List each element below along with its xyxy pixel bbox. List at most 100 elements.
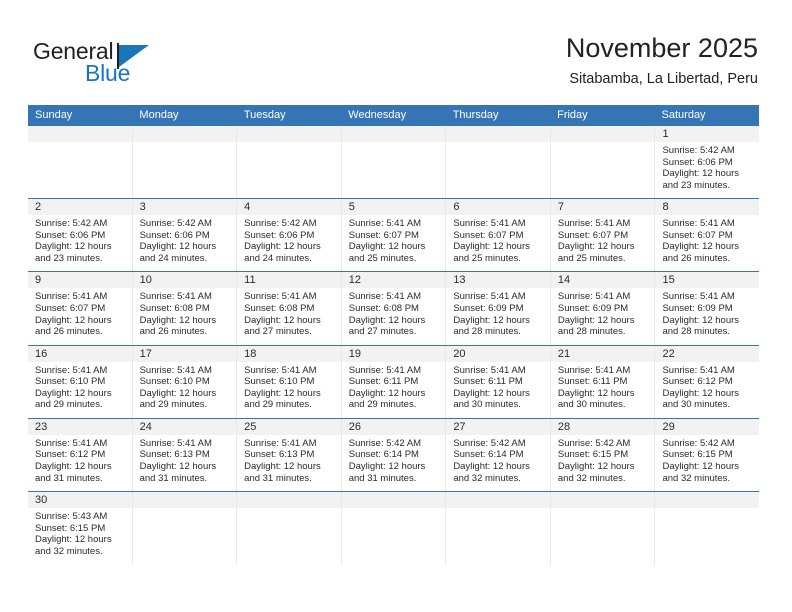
sunset-text: Sunset: 6:11 PM: [453, 376, 523, 388]
day-number: 6: [446, 199, 550, 216]
calendar-day-cell-empty: [237, 126, 342, 199]
day-sun-info: Sunrise: 5:41 AM Sunset: 6:13 PM Daylight:…: [237, 435, 341, 484]
calendar-week-row: 2 Sunrise: 5:42 AM Sunset: 6:06 PM Daylight…: [28, 199, 760, 273]
sunrise-text: Sunrise: 5:41 AM: [244, 437, 317, 449]
daylight-text-line1: Daylight: 12 hours: [244, 241, 321, 253]
day-number: [237, 491, 341, 508]
calendar-day-cell[interactable]: 21 Sunrise: 5:41 AM Sunset: 6:11 PM Dayligh…: [550, 345, 656, 418]
calendar-day-cell[interactable]: 20 Sunrise: 5:41 AM Sunset: 6:11 PM Dayligh…: [446, 345, 551, 418]
calendar-day-cell[interactable]: 24 Sunrise: 5:41 AM Sunset: 6:13 PM Dayligh…: [132, 418, 238, 491]
sunset-text: Sunset: 6:06 PM: [662, 156, 733, 168]
calendar-day-cell[interactable]: 6 Sunrise: 5:41 AM Sunset: 6:07 PM Daylight…: [446, 199, 551, 272]
calendar-day-cell[interactable]: 14 Sunrise: 5:41 AM Sunset: 6:09 PM Dayligh…: [550, 272, 656, 345]
daylight-text-line1: Daylight: 12 hours: [348, 460, 426, 472]
daylight-text-line1: Daylight: 12 hours: [557, 314, 635, 326]
calendar-day-cell-empty: [446, 126, 551, 199]
sunset-text: Sunset: 6:07 PM: [348, 229, 419, 241]
daylight-text-line1: Daylight: 12 hours: [557, 387, 635, 399]
sunset-text: Sunset: 6:06 PM: [244, 229, 315, 241]
day-number: [550, 491, 655, 508]
sunrise-text: Sunrise: 5:41 AM: [557, 364, 631, 376]
day-sun-info: Sunrise: 5:41 AM Sunset: 6:09 PM Daylight:…: [551, 288, 655, 337]
day-sun-info: Sunrise: 5:41 AM Sunset: 6:09 PM Daylight:…: [655, 288, 759, 337]
calendar-day-cell-empty: [237, 491, 342, 566]
page-header: General Blue November 2025 Sitabamba, La…: [0, 0, 792, 100]
sunrise-text: Sunrise: 5:41 AM: [35, 291, 108, 303]
calendar-day-cell-empty: [655, 491, 760, 565]
day-number: 7: [550, 199, 655, 216]
day-number: 27: [446, 418, 550, 435]
day-number: [132, 491, 237, 508]
day-number: 12: [341, 272, 446, 289]
daylight-text-line2: and 31 minutes.: [139, 472, 208, 484]
calendar-day-cell[interactable]: 5 Sunrise: 5:41 AM Sunset: 6:07 PM Daylight…: [341, 199, 447, 272]
day-number: 11: [237, 272, 341, 289]
daylight-text-line2: and 30 minutes.: [557, 399, 626, 411]
day-sun-info: Sunrise: 5:41 AM Sunset: 6:07 PM Daylight:…: [446, 215, 550, 264]
daylight-text-line1: Daylight: 12 hours: [348, 387, 426, 399]
calendar-day-cell[interactable]: 22 Sunrise: 5:41 AM Sunset: 6:12 PM Dayligh…: [655, 345, 760, 418]
calendar-day-cell[interactable]: 28 Sunrise: 5:42 AM Sunset: 6:15 PM Dayligh…: [550, 418, 656, 491]
calendar-day-cell[interactable]: 4 Sunrise: 5:42 AM Sunset: 6:06 PM Daylight…: [237, 199, 342, 272]
sunrise-text: Sunrise: 5:42 AM: [139, 218, 212, 230]
brand-logo[interactable]: General Blue: [33, 38, 263, 90]
calendar-day-cell[interactable]: 2 Sunrise: 5:42 AM Sunset: 6:06 PM Daylight…: [28, 199, 133, 272]
day-number: [446, 126, 550, 142]
calendar-day-cell[interactable]: 26 Sunrise: 5:42 AM Sunset: 6:14 PM Dayligh…: [341, 418, 447, 491]
calendar-day-cell[interactable]: 29 Sunrise: 5:42 AM Sunset: 6:15 PM Dayligh…: [655, 418, 760, 491]
sunrise-text: Sunrise: 5:41 AM: [348, 291, 422, 303]
sunrise-text: Sunrise: 5:42 AM: [348, 437, 422, 449]
daylight-text-line1: Daylight: 12 hours: [244, 387, 321, 399]
daylight-text-line2: and 29 minutes.: [244, 399, 312, 411]
calendar-day-cell[interactable]: 13 Sunrise: 5:41 AM Sunset: 6:09 PM Dayligh…: [446, 272, 551, 345]
calendar-day-cell[interactable]: 15 Sunrise: 5:41 AM Sunset: 6:09 PM Dayligh…: [655, 272, 760, 344]
calendar-day-cell[interactable]: 10 Sunrise: 5:41 AM Sunset: 6:08 PM Dayligh…: [132, 272, 238, 345]
daylight-text-line2: and 25 minutes.: [348, 252, 417, 264]
calendar-day-cell[interactable]: 25 Sunrise: 5:41 AM Sunset: 6:13 PM Dayligh…: [237, 418, 342, 491]
calendar-day-cell[interactable]: 1 Sunrise: 5:42 AM Sunset: 6:06 PM Daylight…: [655, 126, 760, 198]
sunset-text: Sunset: 6:15 PM: [35, 522, 106, 534]
sunrise-text: Sunrise: 5:41 AM: [662, 291, 735, 303]
day-number: 28: [550, 418, 655, 435]
day-number: 29: [655, 418, 760, 435]
daylight-text-line1: Daylight: 12 hours: [35, 387, 112, 399]
calendar-day-cell[interactable]: 16 Sunrise: 5:41 AM Sunset: 6:10 PM Dayligh…: [28, 345, 133, 418]
day-sun-info: Sunrise: 5:41 AM Sunset: 6:11 PM Daylight:…: [551, 362, 655, 411]
calendar-day-cell[interactable]: 9 Sunrise: 5:41 AM Sunset: 6:07 PM Daylight…: [28, 272, 133, 345]
day-number: 15: [655, 272, 760, 289]
day-sun-info: Sunrise: 5:41 AM Sunset: 6:11 PM Daylight:…: [446, 362, 550, 411]
calendar-day-cell[interactable]: 27 Sunrise: 5:42 AM Sunset: 6:14 PM Dayligh…: [446, 418, 551, 491]
calendar-day-cell[interactable]: 19 Sunrise: 5:41 AM Sunset: 6:11 PM Dayligh…: [341, 345, 447, 418]
calendar-day-cell[interactable]: 11 Sunrise: 5:41 AM Sunset: 6:08 PM Dayligh…: [237, 272, 342, 345]
day-number: 22: [655, 345, 760, 362]
calendar-day-cell[interactable]: 17 Sunrise: 5:41 AM Sunset: 6:10 PM Dayligh…: [132, 345, 238, 418]
sunset-text: Sunset: 6:09 PM: [557, 302, 629, 314]
sunset-text: Sunset: 6:10 PM: [35, 376, 106, 388]
day-number: 14: [550, 272, 655, 289]
sunset-text: Sunset: 6:07 PM: [557, 229, 629, 241]
calendar-day-cell[interactable]: 12 Sunrise: 5:41 AM Sunset: 6:08 PM Dayligh…: [341, 272, 447, 345]
sunrise-text: Sunrise: 5:42 AM: [557, 437, 631, 449]
calendar-day-cell[interactable]: 3 Sunrise: 5:42 AM Sunset: 6:06 PM Daylight…: [132, 199, 238, 272]
calendar-day-cell[interactable]: 8 Sunrise: 5:41 AM Sunset: 6:07 PM Daylight…: [655, 199, 760, 271]
sunrise-text: Sunrise: 5:41 AM: [557, 218, 631, 230]
day-sun-info: Sunrise: 5:41 AM Sunset: 6:13 PM Daylight:…: [133, 435, 237, 484]
day-number: 26: [341, 418, 446, 435]
calendar-day-cell-empty: [341, 126, 447, 199]
sunset-text: Sunset: 6:09 PM: [453, 302, 524, 314]
day-number: 21: [550, 345, 655, 362]
daylight-text-line2: and 29 minutes.: [139, 399, 208, 411]
daylight-text-line1: Daylight: 12 hours: [557, 241, 635, 253]
calendar-day-cell[interactable]: 23 Sunrise: 5:41 AM Sunset: 6:12 PM Dayligh…: [28, 418, 133, 491]
calendar-day-cell[interactable]: 30 Sunrise: 5:43 AM Sunset: 6:15 PM Dayligh…: [28, 491, 133, 566]
daylight-text-line2: and 24 minutes.: [139, 252, 208, 264]
calendar-week-row: 9 Sunrise: 5:41 AM Sunset: 6:07 PM Daylight…: [28, 272, 760, 346]
day-number: 9: [28, 272, 132, 289]
daylight-text-line2: and 31 minutes.: [244, 472, 312, 484]
daylight-text-line2: and 30 minutes.: [662, 399, 731, 411]
calendar-day-cell[interactable]: 18 Sunrise: 5:41 AM Sunset: 6:10 PM Dayligh…: [237, 345, 342, 418]
daylight-text-line1: Daylight: 12 hours: [139, 387, 217, 399]
weekday-header-row: Sunday Monday Tuesday Wednesday Thursday Frid…: [28, 105, 759, 126]
calendar-day-cell[interactable]: 7 Sunrise: 5:41 AM Sunset: 6:07 PM Daylight…: [550, 199, 656, 272]
daylight-text-line2: and 27 minutes.: [348, 326, 417, 338]
